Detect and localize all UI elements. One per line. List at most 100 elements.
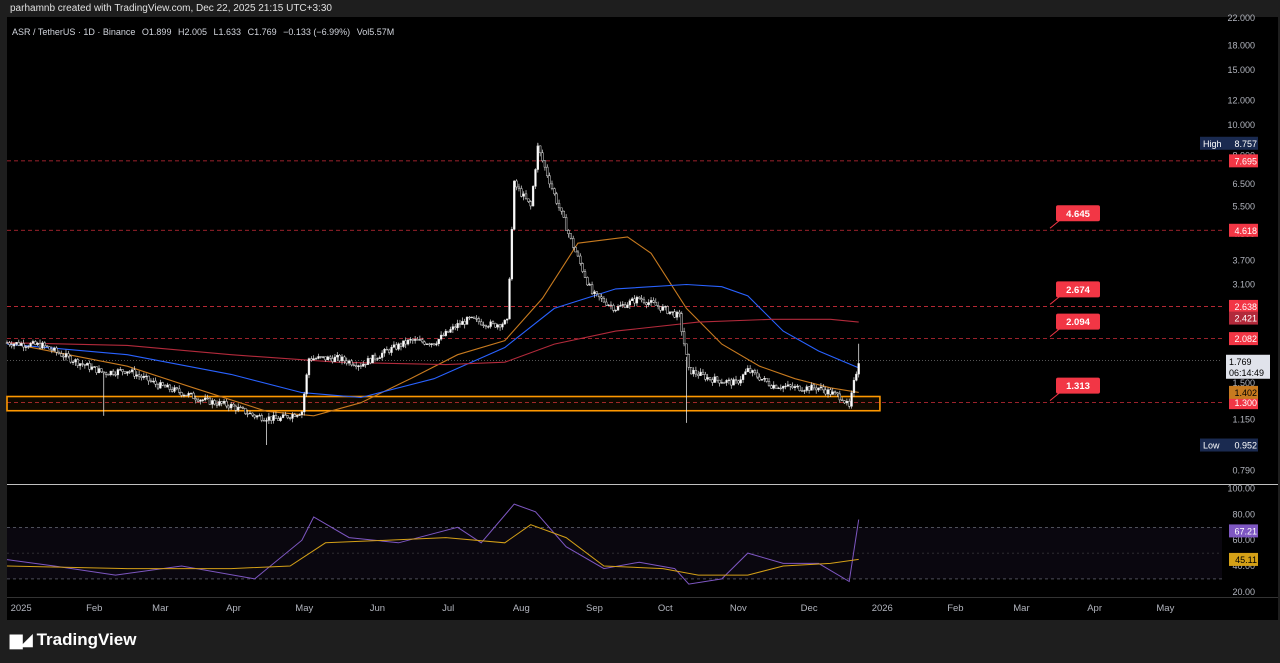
candle xyxy=(404,337,407,349)
candle-body xyxy=(338,355,341,362)
candle xyxy=(614,309,617,313)
candle xyxy=(329,355,332,361)
candle xyxy=(756,369,759,380)
candle-body xyxy=(465,316,469,325)
candle-body xyxy=(83,364,87,366)
candle xyxy=(402,340,405,348)
candle xyxy=(557,199,561,211)
candle xyxy=(805,384,808,393)
candle-body xyxy=(772,384,775,389)
candle-body xyxy=(93,366,96,368)
candle xyxy=(638,296,641,300)
candle-body xyxy=(421,339,424,343)
candle-body xyxy=(29,343,32,347)
candle-body xyxy=(352,364,355,366)
candle xyxy=(135,371,138,380)
candle-body xyxy=(8,342,11,345)
candle-body xyxy=(237,406,240,411)
candle-body xyxy=(439,334,443,340)
candle xyxy=(555,191,558,206)
candle-body xyxy=(430,343,433,345)
candle-body xyxy=(107,374,110,376)
candle-body xyxy=(20,343,23,346)
candle xyxy=(395,342,398,351)
candle xyxy=(234,404,237,415)
candle-body xyxy=(506,318,509,321)
candle-body xyxy=(333,356,337,362)
candle-body xyxy=(248,412,252,415)
candle xyxy=(10,341,13,349)
candle-body xyxy=(723,382,726,384)
candle-body xyxy=(841,399,844,401)
candle xyxy=(645,301,648,309)
candle xyxy=(258,413,261,417)
candle-body xyxy=(654,302,657,306)
candle-body xyxy=(727,379,731,381)
candle-body xyxy=(161,382,164,386)
candle xyxy=(305,373,308,397)
candle xyxy=(680,311,683,336)
candle xyxy=(737,379,740,386)
candle-body xyxy=(442,334,445,337)
candle xyxy=(333,353,337,363)
candle-body xyxy=(628,300,631,306)
candle xyxy=(767,378,771,387)
candle xyxy=(723,381,726,384)
candle xyxy=(352,362,355,367)
candle-body xyxy=(406,339,410,345)
candle-body xyxy=(678,311,681,314)
candle xyxy=(475,315,478,323)
candle-body xyxy=(88,363,91,370)
candle-body xyxy=(767,381,771,386)
rsi-axis-label: 67.21 xyxy=(1234,526,1257,536)
candle-body xyxy=(121,369,124,372)
candle xyxy=(656,301,660,310)
candle-body xyxy=(725,380,728,383)
chart-svg[interactable]: 22.00018.00015.00012.00010.0008.0006.500… xyxy=(0,0,1280,663)
candle-body xyxy=(557,203,561,209)
candle-body xyxy=(666,306,669,314)
candle-body xyxy=(855,373,858,381)
candle xyxy=(34,340,37,346)
candle xyxy=(93,365,96,368)
ma-axis-label: 1.402 xyxy=(1234,388,1257,398)
candle xyxy=(501,322,504,330)
candle-body xyxy=(142,376,145,378)
candle xyxy=(517,183,521,192)
candle-body xyxy=(732,379,735,386)
legend-change: −0.133 (−6.99%) xyxy=(283,27,350,37)
candle-body xyxy=(222,401,226,404)
candle-body xyxy=(831,391,834,395)
candle xyxy=(824,386,827,396)
candle xyxy=(116,368,120,379)
candle-body xyxy=(470,316,473,319)
candle-body xyxy=(697,373,700,376)
candle-body xyxy=(95,366,98,373)
y-tick-label: 1.150 xyxy=(1232,414,1255,424)
candle-body xyxy=(428,343,431,345)
candle-body xyxy=(621,304,624,306)
legend-open: 1.899 xyxy=(149,27,172,37)
candle xyxy=(168,384,171,393)
candle-body xyxy=(513,180,516,230)
candle-body xyxy=(548,175,551,185)
candle-body xyxy=(17,342,20,346)
candle-body xyxy=(347,360,351,364)
candle xyxy=(725,379,728,386)
candle xyxy=(772,381,775,390)
candle xyxy=(347,359,351,366)
candle xyxy=(484,324,488,330)
candle xyxy=(744,368,747,375)
x-tick-label: May xyxy=(1156,603,1174,614)
extreme-label-value: 0.952 xyxy=(1234,441,1257,451)
candle xyxy=(439,331,443,341)
candle xyxy=(784,382,787,390)
candle-body xyxy=(770,385,773,389)
candle-body xyxy=(350,360,353,366)
candle xyxy=(288,416,292,421)
candle xyxy=(564,214,568,231)
tradingview-logo[interactable]: ▆◢ TradingView xyxy=(10,630,136,650)
candle xyxy=(90,363,94,371)
x-tick-label: Jul xyxy=(442,603,454,614)
candle-body xyxy=(692,370,695,375)
